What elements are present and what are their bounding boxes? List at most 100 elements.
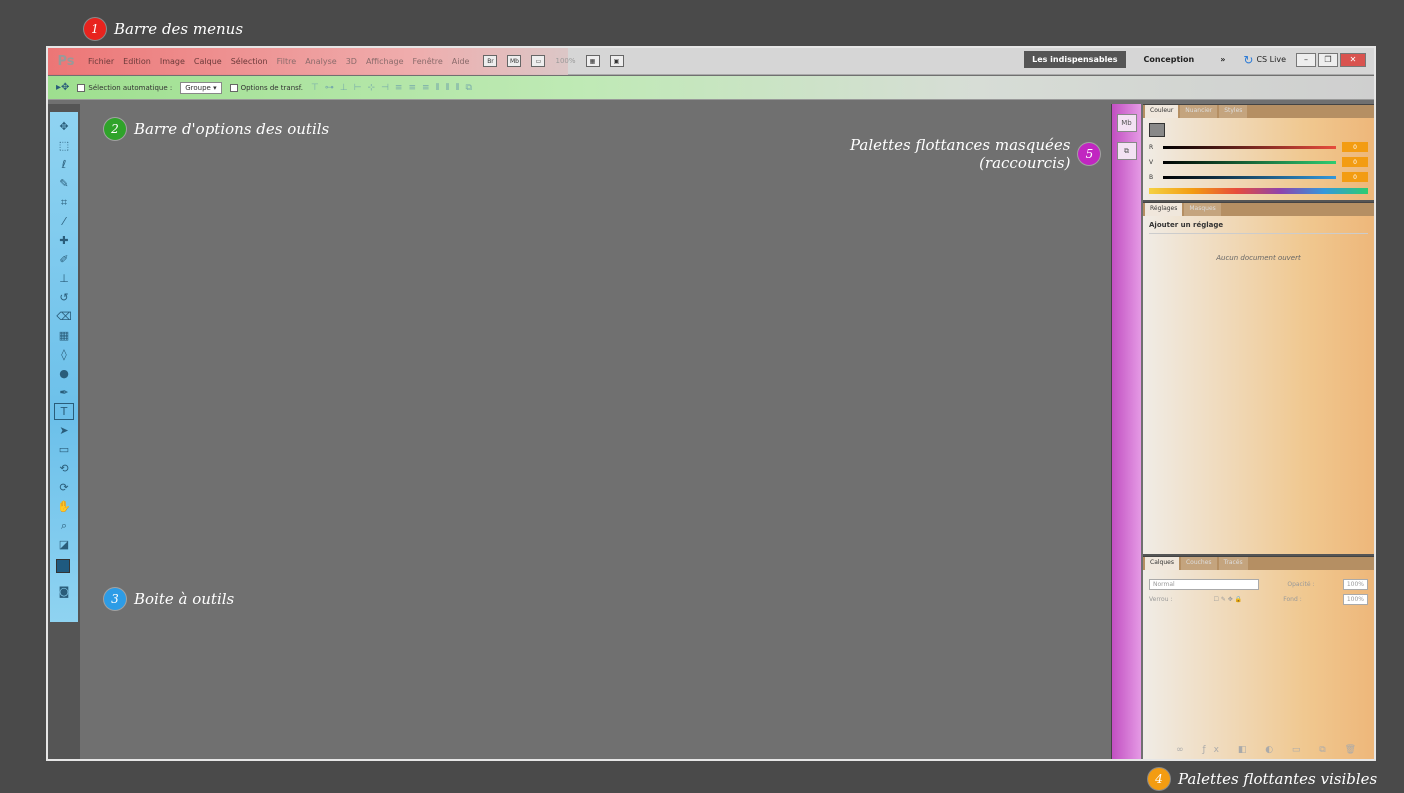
- annotation-label-line1: Palettes flottances masquées: [850, 136, 1071, 154]
- eyedropper-tool-icon[interactable]: ⁄: [54, 213, 74, 230]
- blend-mode-dropdown[interactable]: Normal: [1149, 579, 1259, 590]
- foreground-color[interactable]: [56, 559, 70, 573]
- menu-item-selection[interactable]: Sélection: [231, 57, 268, 66]
- type-tool-icon[interactable]: T: [54, 403, 74, 420]
- quick-selection-tool-icon[interactable]: ✎: [54, 175, 74, 192]
- opacity-field[interactable]: 100%: [1342, 579, 1368, 590]
- color-spectrum[interactable]: [1149, 188, 1368, 194]
- view-extras-icon[interactable]: ▭: [531, 55, 546, 67]
- color-panel: Couleur Nuancier Styles R 0 V 0 B 0: [1143, 104, 1374, 200]
- annotation-visible-palettes: 4 Palettes flottantes visibles: [1148, 768, 1377, 790]
- auto-select-target-dropdown[interactable]: Groupe ▾: [180, 81, 222, 94]
- maximize-button[interactable]: ❐: [1318, 52, 1338, 67]
- cs-live-button[interactable]: ↻ CS Live: [1243, 53, 1286, 67]
- distribute-left-icon[interactable]: ⦀: [436, 83, 440, 93]
- workspace-design-button[interactable]: Conception: [1136, 51, 1203, 68]
- tab-masques[interactable]: Masques: [1184, 203, 1221, 216]
- 3d-rotate-tool-icon[interactable]: ⟲: [54, 460, 74, 477]
- auto-select-checkbox[interactable]: Sélection automatique :: [77, 83, 172, 92]
- auto-align-icon[interactable]: ⧉: [465, 83, 471, 93]
- green-slider[interactable]: [1163, 160, 1336, 164]
- green-value[interactable]: 0: [1342, 157, 1368, 167]
- menu-item-aide[interactable]: Aide: [452, 57, 470, 66]
- tab-calques[interactable]: Calques: [1145, 557, 1179, 570]
- gradient-tool-icon[interactable]: ▦: [54, 327, 74, 344]
- red-slider[interactable]: [1163, 145, 1336, 149]
- 3d-orbit-tool-icon[interactable]: ⟳: [54, 479, 74, 496]
- zoom-level[interactable]: 100%: [555, 57, 575, 65]
- distribute-hcenter-icon[interactable]: ⦀: [446, 83, 450, 93]
- menu-item-affichage[interactable]: Affichage: [366, 57, 404, 66]
- quick-mask-icon[interactable]: ◙: [54, 583, 74, 600]
- mini-bridge-panel-icon[interactable]: Mb: [1116, 114, 1137, 132]
- path-selection-tool-icon[interactable]: ➤: [54, 422, 74, 439]
- close-button[interactable]: ✕: [1340, 52, 1366, 67]
- fill-field[interactable]: 100%: [1342, 594, 1368, 605]
- brush-tool-icon[interactable]: ✐: [54, 251, 74, 268]
- clone-stamp-tool-icon[interactable]: ⊥: [54, 270, 74, 287]
- tab-couches[interactable]: Couches: [1180, 557, 1217, 570]
- hand-tool-icon[interactable]: ✋: [54, 498, 74, 515]
- red-value[interactable]: 0: [1342, 142, 1368, 152]
- workspace-essentials-button[interactable]: Les indispensables: [1024, 51, 1126, 68]
- transform-controls-checkbox[interactable]: Options de transf.: [229, 83, 303, 92]
- bridge-icon[interactable]: Br: [483, 55, 498, 67]
- lock-icons[interactable]: ☐ ✎ ✥ 🔒: [1214, 596, 1243, 603]
- annotation-label-line2: (raccourcis): [979, 154, 1071, 172]
- color-swatch[interactable]: [1149, 123, 1165, 137]
- menu-item-calque[interactable]: Calque: [194, 57, 222, 66]
- lasso-tool-icon[interactable]: ℓ: [54, 156, 74, 173]
- align-vcenter-icon[interactable]: ⊶: [325, 83, 334, 93]
- transform-label: Options de transf.: [240, 83, 303, 92]
- crop-tool-icon[interactable]: ⌗: [54, 194, 74, 211]
- zoom-tool-icon[interactable]: ⌕: [54, 517, 74, 534]
- minimize-button[interactable]: –: [1296, 52, 1316, 67]
- distribute-vcenter-icon[interactable]: ≡: [408, 83, 416, 93]
- more-workspaces-button[interactable]: »: [1212, 51, 1233, 68]
- align-hcenter-icon[interactable]: ⊹: [368, 83, 376, 93]
- eraser-tool-icon[interactable]: ⌫: [54, 308, 74, 325]
- menu-item-3d[interactable]: 3D: [346, 57, 357, 66]
- move-tool-icon[interactable]: ✥: [54, 118, 74, 135]
- blur-tool-icon[interactable]: ◊: [54, 346, 74, 363]
- align-bottom-icon[interactable]: ⊥: [340, 83, 348, 93]
- move-tool-icon[interactable]: ▸✥: [56, 82, 69, 93]
- tab-reglages[interactable]: Réglages: [1145, 203, 1183, 216]
- layers-panel-content: Normal Opacité : 100% Verrou : ☐ ✎ ✥ 🔒 F…: [1143, 570, 1374, 755]
- distribute-top-icon[interactable]: ≡: [395, 83, 403, 93]
- tab-styles[interactable]: Styles: [1219, 105, 1248, 118]
- distribute-right-icon[interactable]: ⦀: [455, 83, 459, 93]
- pen-tool-icon[interactable]: ✒: [54, 384, 74, 401]
- slider-b: B 0: [1149, 172, 1368, 182]
- tab-couleur[interactable]: Couleur: [1145, 105, 1179, 118]
- blue-value[interactable]: 0: [1342, 172, 1368, 182]
- default-colors-icon[interactable]: ◪: [54, 536, 74, 553]
- align-top-icon[interactable]: ⊤: [311, 83, 319, 93]
- spot-healing-tool-icon[interactable]: ✚: [54, 232, 74, 249]
- shape-tool-icon[interactable]: ▭: [54, 441, 74, 458]
- align-left-icon[interactable]: ⊢: [354, 83, 362, 93]
- screen-mode-icon[interactable]: ▣: [609, 55, 624, 67]
- menu-item-edition[interactable]: Edition: [123, 57, 151, 66]
- slider-r: R 0: [1149, 142, 1368, 152]
- blue-slider[interactable]: [1163, 175, 1336, 179]
- align-right-icon[interactable]: ⊣: [381, 83, 389, 93]
- arrange-documents-icon[interactable]: ▦: [585, 55, 600, 67]
- menu-item-filtre[interactable]: Filtre: [277, 57, 297, 66]
- mini-bridge-icon[interactable]: Mb: [507, 55, 522, 67]
- menu-item-image[interactable]: Image: [160, 57, 185, 66]
- distribute-bottom-icon[interactable]: ≡: [422, 83, 430, 93]
- history-panel-icon[interactable]: ⧉: [1116, 142, 1137, 160]
- tab-traces[interactable]: Tracés: [1218, 557, 1248, 570]
- history-brush-tool-icon[interactable]: ↺: [54, 289, 74, 306]
- marquee-tool-icon[interactable]: ⬚: [54, 137, 74, 154]
- layers-footer-icons[interactable]: ∞ ƒx ◧ ◐ ▭ ⧉ 🗑: [1176, 745, 1364, 755]
- color-swatches[interactable]: [54, 559, 76, 581]
- toolbox: ✥ ⬚ ℓ ✎ ⌗ ⁄ ✚ ✐ ⊥ ↺ ⌫ ▦ ◊ ● ✒ T ➤ ▭ ⟲ ⟳ …: [48, 104, 80, 759]
- menu-item-fichier[interactable]: Fichier: [88, 57, 114, 66]
- tab-nuancier[interactable]: Nuancier: [1180, 105, 1218, 118]
- dodge-tool-icon[interactable]: ●: [54, 365, 74, 382]
- menu-item-fenetre[interactable]: Fenêtre: [413, 57, 443, 66]
- annotation-options-bar: 2 Barre d'options des outils: [104, 118, 329, 140]
- menu-item-analyse[interactable]: Analyse: [305, 57, 337, 66]
